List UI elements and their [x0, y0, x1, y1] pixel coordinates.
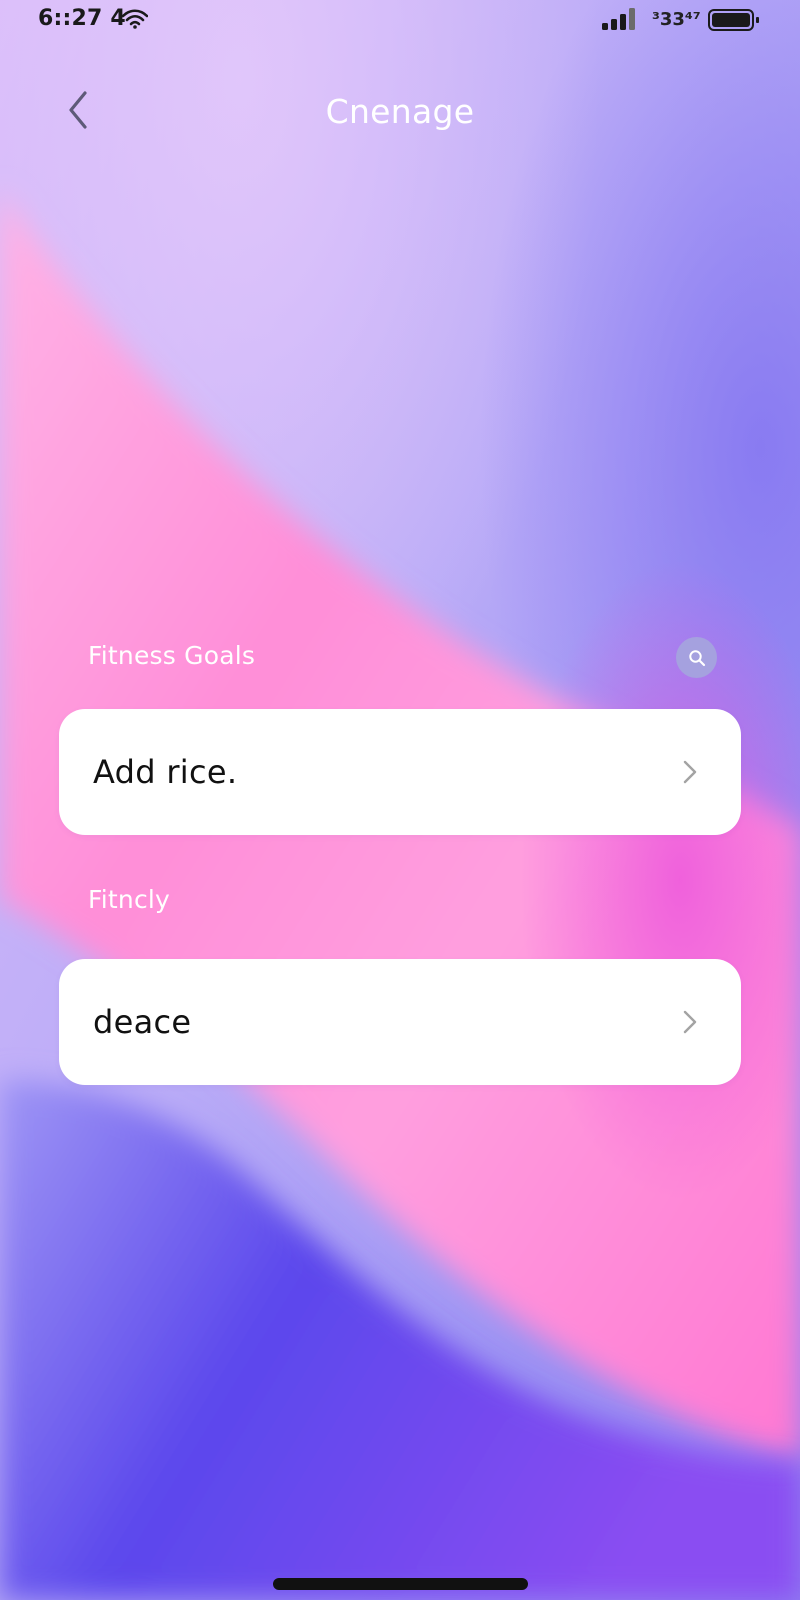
- app-screen: 6::27 4 ³33⁴⁷ Cnenage Fitness Goals Add …: [0, 0, 800, 1600]
- search-icon: [688, 649, 705, 666]
- fitncly-row-card[interactable]: deace: [59, 959, 741, 1085]
- status-time: 6::27 4: [38, 6, 126, 31]
- wifi-icon: [122, 9, 148, 29]
- section-label-fitncly: Fitncly: [88, 885, 171, 914]
- goal-row-text: Add rice.: [93, 753, 238, 791]
- battery-icon: [708, 9, 759, 31]
- status-extra-text: ³33⁴⁷: [652, 9, 701, 30]
- home-indicator[interactable]: [273, 1578, 528, 1590]
- search-button[interactable]: [676, 637, 717, 678]
- chevron-right-icon: [683, 760, 697, 784]
- section-label-fitness-goals: Fitness Goals: [88, 641, 256, 670]
- goal-row-card[interactable]: Add rice.: [59, 709, 741, 835]
- status-bar: 6::27 4 ³33⁴⁷: [0, 0, 800, 44]
- fitncly-row-text: deace: [93, 1003, 192, 1041]
- page-title: Cnenage: [325, 92, 475, 131]
- chevron-right-icon: [683, 1010, 697, 1034]
- signal-icon: [602, 8, 635, 30]
